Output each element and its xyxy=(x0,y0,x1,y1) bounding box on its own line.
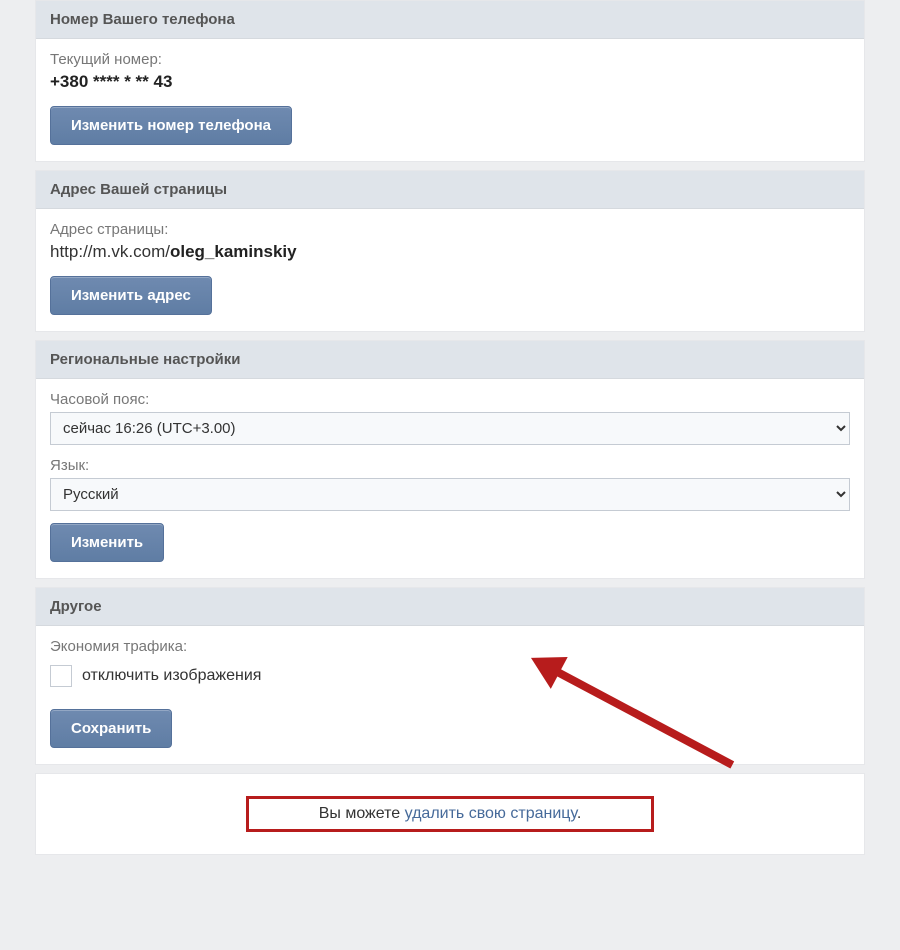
delete-page-suffix: . xyxy=(577,805,581,822)
other-section-header: Другое xyxy=(36,588,864,626)
change-phone-button[interactable]: Изменить номер телефона xyxy=(50,106,292,145)
current-phone-value: +380 **** * ** 43 xyxy=(50,72,850,92)
disable-images-label: отключить изображения xyxy=(82,667,261,685)
traffic-saving-label: Экономия трафика: xyxy=(50,638,850,655)
phone-section: Номер Вашего телефона Текущий номер: +38… xyxy=(35,0,865,162)
timezone-label: Часовой пояс: xyxy=(50,391,850,408)
delete-page-link[interactable]: удалить свою страницу xyxy=(405,805,577,822)
page-address-slug: oleg_kaminskiy xyxy=(170,242,297,261)
change-regional-button[interactable]: Изменить xyxy=(50,523,164,562)
save-button[interactable]: Сохранить xyxy=(50,709,172,748)
address-section: Адрес Вашей страницы Адрес страницы: htt… xyxy=(35,170,865,332)
regional-section-header: Региональные настройки xyxy=(36,341,864,379)
other-section: Другое Экономия трафика: отключить изобр… xyxy=(35,587,865,765)
regional-section: Региональные настройки Часовой пояс: сей… xyxy=(35,340,865,579)
disable-images-row[interactable]: отключить изображения xyxy=(50,665,850,687)
timezone-select[interactable]: сейчас 16:26 (UTC+3.00) xyxy=(50,412,850,445)
annotation-highlight-box: Вы можете удалить свою страницу. xyxy=(246,796,655,832)
delete-page-prefix: Вы можете xyxy=(319,805,405,822)
language-select[interactable]: Русский xyxy=(50,478,850,511)
address-section-header: Адрес Вашей страницы xyxy=(36,171,864,209)
disable-images-checkbox[interactable] xyxy=(50,665,72,687)
phone-section-header: Номер Вашего телефона xyxy=(36,1,864,39)
change-address-button[interactable]: Изменить адрес xyxy=(50,276,212,315)
footer-section: Вы можете удалить свою страницу. xyxy=(35,773,865,855)
language-label: Язык: xyxy=(50,457,850,474)
page-address-prefix: http://m.vk.com/ xyxy=(50,242,170,261)
page-address-label: Адрес страницы: xyxy=(50,221,850,238)
page-address-value: http://m.vk.com/oleg_kaminskiy xyxy=(50,242,850,262)
current-phone-label: Текущий номер: xyxy=(50,51,850,68)
